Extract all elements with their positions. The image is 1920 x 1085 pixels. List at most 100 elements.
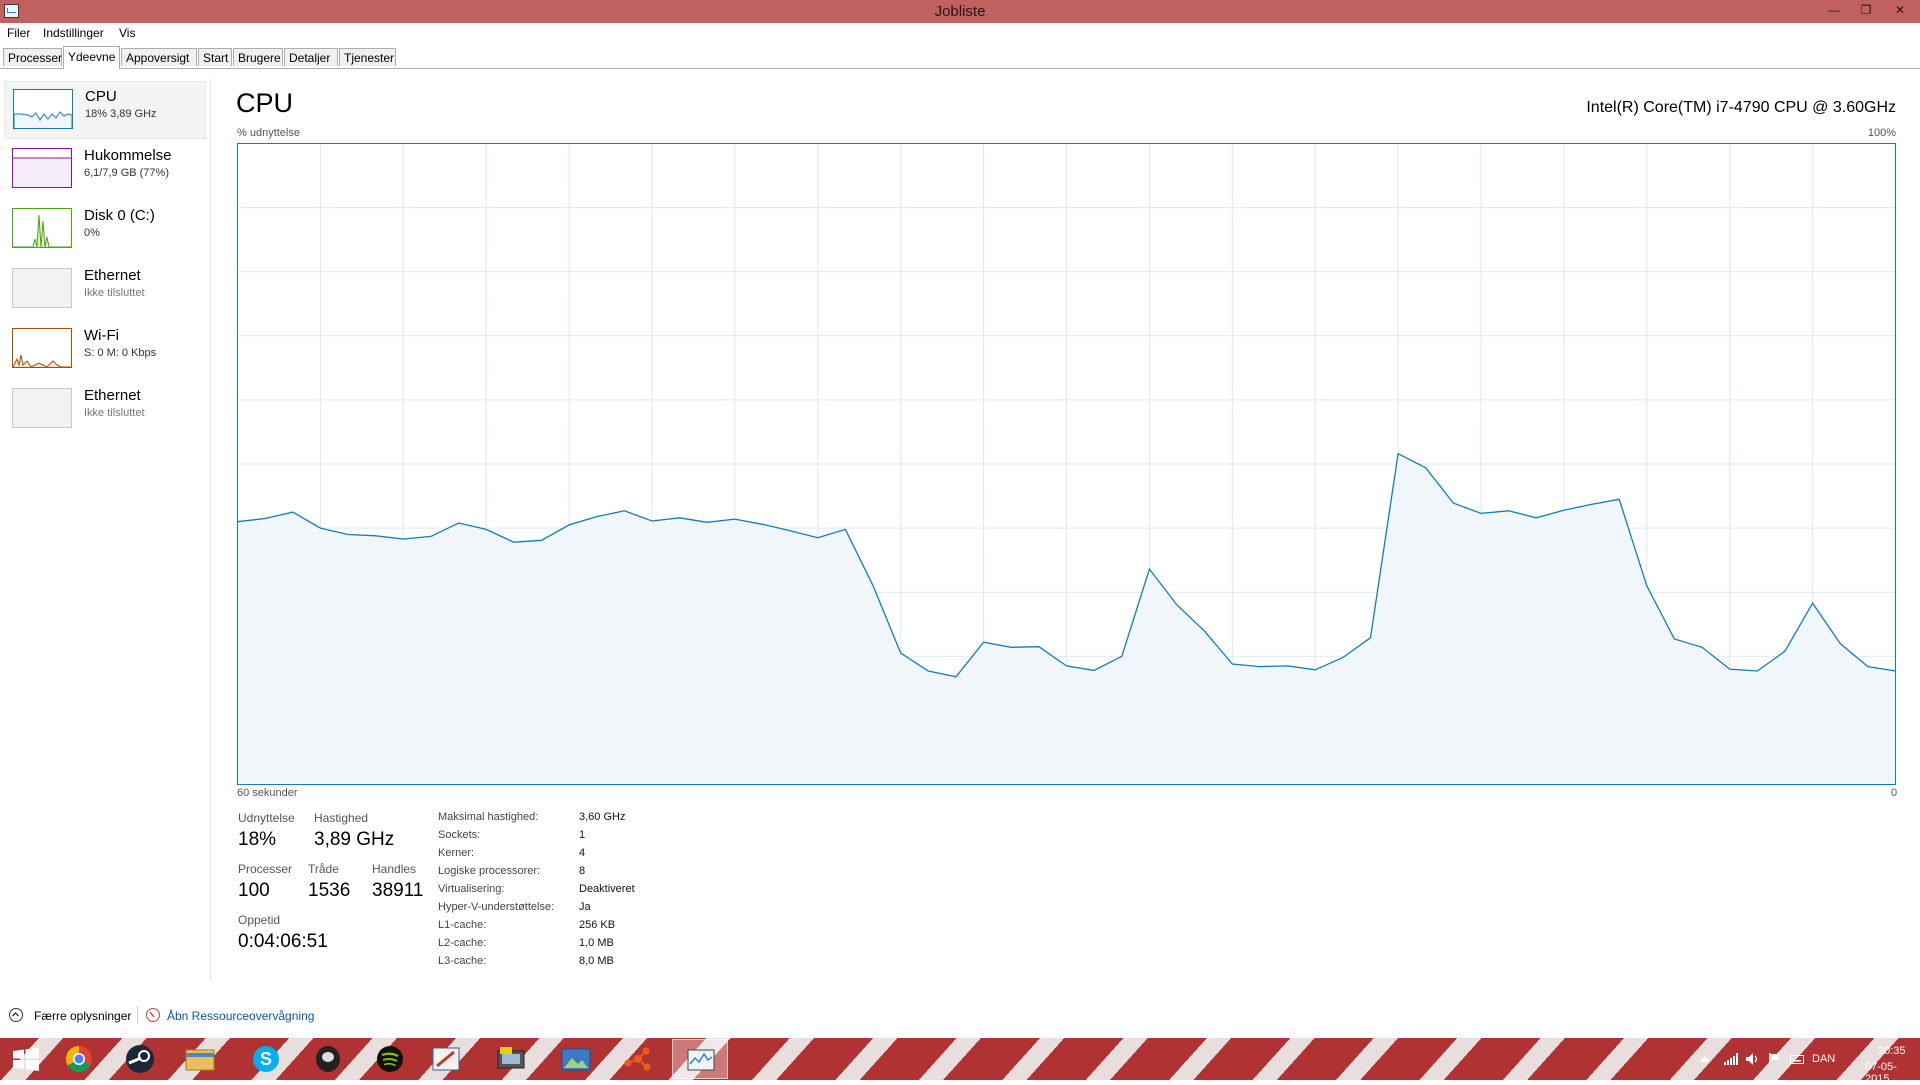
spotify-icon[interactable] [362,1039,418,1079]
cpu-model-name: Intel(R) Core(TM) i7-4790 CPU @ 3.60GHz [1586,99,1896,116]
task-manager-icon[interactable] [4,4,19,18]
spec-value: 1 [579,829,586,841]
x-axis-left-label: 60 sekunder [237,787,298,799]
taskbar: S DAN 20:35 07-05-2015 [0,1038,1920,1085]
utilization-label: Udnyttelse [238,811,295,825]
minimize-button[interactable]: — [1818,0,1850,23]
sidebar-item-detail: 6,1/7,9 GB (77%) [84,167,169,179]
tab-start[interactable]: Start [198,48,232,66]
menu-bar: Filer Indstillinger Vis [0,23,1920,43]
spec-value: 4 [579,847,586,859]
y-axis-label: % udnyttelse [237,127,300,139]
footer-divider [137,1006,138,1024]
menu-vis[interactable]: Vis [119,26,135,40]
spec-key: Sockets: [438,829,481,841]
chevron-up-icon[interactable] [1699,1054,1711,1064]
windows-start-icon[interactable] [0,1039,56,1079]
cpu-thumbnail [13,89,73,129]
ethernet-thumbnail [12,268,72,308]
restore-button[interactable]: ❐ [1850,0,1882,23]
spec-value: Ja [579,901,591,913]
tab-bar: Processer Ydeevne Appoversigt Start Brug… [0,46,1920,69]
clock-time[interactable]: 20:35 [1878,1045,1906,1057]
paint-icon[interactable] [418,1039,474,1079]
open-resource-monitor-link[interactable]: Åbn Ressourceovervågning [167,1009,314,1023]
photo-viewer-icon[interactable] [548,1039,604,1079]
sidebar-item-cpu[interactable]: CPU 18% 3,89 GHz [4,81,206,139]
svg-text:S: S [260,1049,272,1069]
spec-key: Logiske processorer: [438,865,541,877]
chevron-up-icon[interactable] [9,1008,23,1022]
x-axis-right-label: 0 [1891,787,1898,799]
sidebar-item-disk[interactable]: Disk 0 (C:) 0% [4,201,206,259]
file-explorer-icon[interactable] [172,1039,228,1079]
flag-icon[interactable] [1768,1053,1782,1065]
performance-panel: CPU 18% 3,89 GHz Hukommelse 6,1/7,9 GB (… [0,69,1920,990]
media-player-icon[interactable] [300,1039,356,1079]
spec-value: 8,0 MB [579,955,614,967]
processes-label: Processer [238,862,293,876]
tab-detaljer[interactable]: Detaljer [284,48,338,66]
spec-value: 256 KB [579,919,616,931]
keyboard-icon[interactable] [1790,1053,1804,1065]
disk-thumbnail [12,208,72,248]
window-title: Jobliste [934,3,986,20]
clock-date[interactable]: 07-05-2015 [1865,1061,1920,1085]
spec-key: Maksimal hastighed: [438,811,539,823]
spec-value: Deaktiveret [579,883,635,895]
volume-icon[interactable] [1746,1053,1760,1065]
speed-label: Hastighed [314,811,369,825]
spec-key: Virtualisering: [438,883,505,895]
sidebar-item-wifi[interactable]: Wi-Fi S: 0 M: 0 Kbps [4,321,206,379]
close-button[interactable]: ✕ [1884,0,1916,23]
spec-value: 3,60 GHz [579,811,626,823]
sidebar-item-ethernet[interactable]: Ethernet Ikke tilsluttet [4,261,206,319]
tab-brugere[interactable]: Brugere [233,48,283,66]
spec-key: L3-cache: [438,955,487,967]
ethernet-thumbnail [12,388,72,428]
sidebar-item-name: CPU [85,88,117,105]
language-indicator[interactable]: DAN [1812,1053,1835,1065]
page-title: CPU [236,88,294,118]
sidebar-item-ethernet-2[interactable]: Ethernet Ikke tilsluttet [4,381,206,439]
tab-processer[interactable]: Processer [3,48,62,66]
task-manager-icon[interactable] [672,1039,728,1079]
sidebar-item-hukommelse[interactable]: Hukommelse 6,1/7,9 GB (77%) [4,141,206,199]
threads-label: Tråde [308,862,339,876]
sidebar-item-detail: S: 0 M: 0 Kbps [84,347,157,359]
speed-value: 3,89 GHz [314,829,395,850]
spec-key: Kerner: [438,847,475,859]
spec-key: Hyper-V-understøttelse: [438,901,555,913]
network-app-icon[interactable] [610,1039,666,1079]
y-axis-max-label: 100% [1867,127,1896,139]
sidebar-item-detail: Ikke tilsluttet [84,407,145,419]
handles-label: Handles [372,862,417,876]
sidebar-item-name: Hukommelse [84,147,172,164]
spec-value: 8 [579,865,586,877]
sidebar-item-detail: 0% [84,227,100,239]
processes-value: 100 [238,880,270,901]
footer-bar: Færre oplysninger Åbn Ressourceovervågni… [0,1000,1920,1030]
sidebar-item-detail: 18% 3,89 GHz [85,108,157,120]
tool-icon[interactable] [484,1039,540,1079]
uptime-label: Oppetid [238,913,281,927]
uptime-value: 0:04:06:51 [238,931,328,952]
menu-filer[interactable]: Filer [7,26,30,40]
cpu-usage-graph [237,143,1896,785]
resource-monitor-icon[interactable] [146,1008,160,1022]
system-tray: DAN 20:35 07-05-2015 [1690,1038,1920,1085]
sidebar-item-name: Disk 0 (C:) [84,207,155,224]
wifi-thumbnail [12,328,72,368]
menu-indstillinger[interactable]: Indstillinger [43,26,104,40]
steam-icon[interactable] [112,1039,168,1079]
chrome-icon[interactable] [52,1039,108,1079]
handles-value: 38911 [372,880,424,901]
skype-icon[interactable]: S [238,1039,294,1079]
memory-thumbnail [12,148,72,188]
sidebar-item-name: Ethernet [84,267,141,284]
fewer-details-link[interactable]: Færre oplysninger [34,1009,131,1023]
tab-ydeevne[interactable]: Ydeevne [63,46,120,69]
signal-icon[interactable] [1724,1053,1738,1065]
tab-appoversigt[interactable]: Appoversigt [121,48,197,66]
tab-tjenester[interactable]: Tjenester [339,48,396,66]
